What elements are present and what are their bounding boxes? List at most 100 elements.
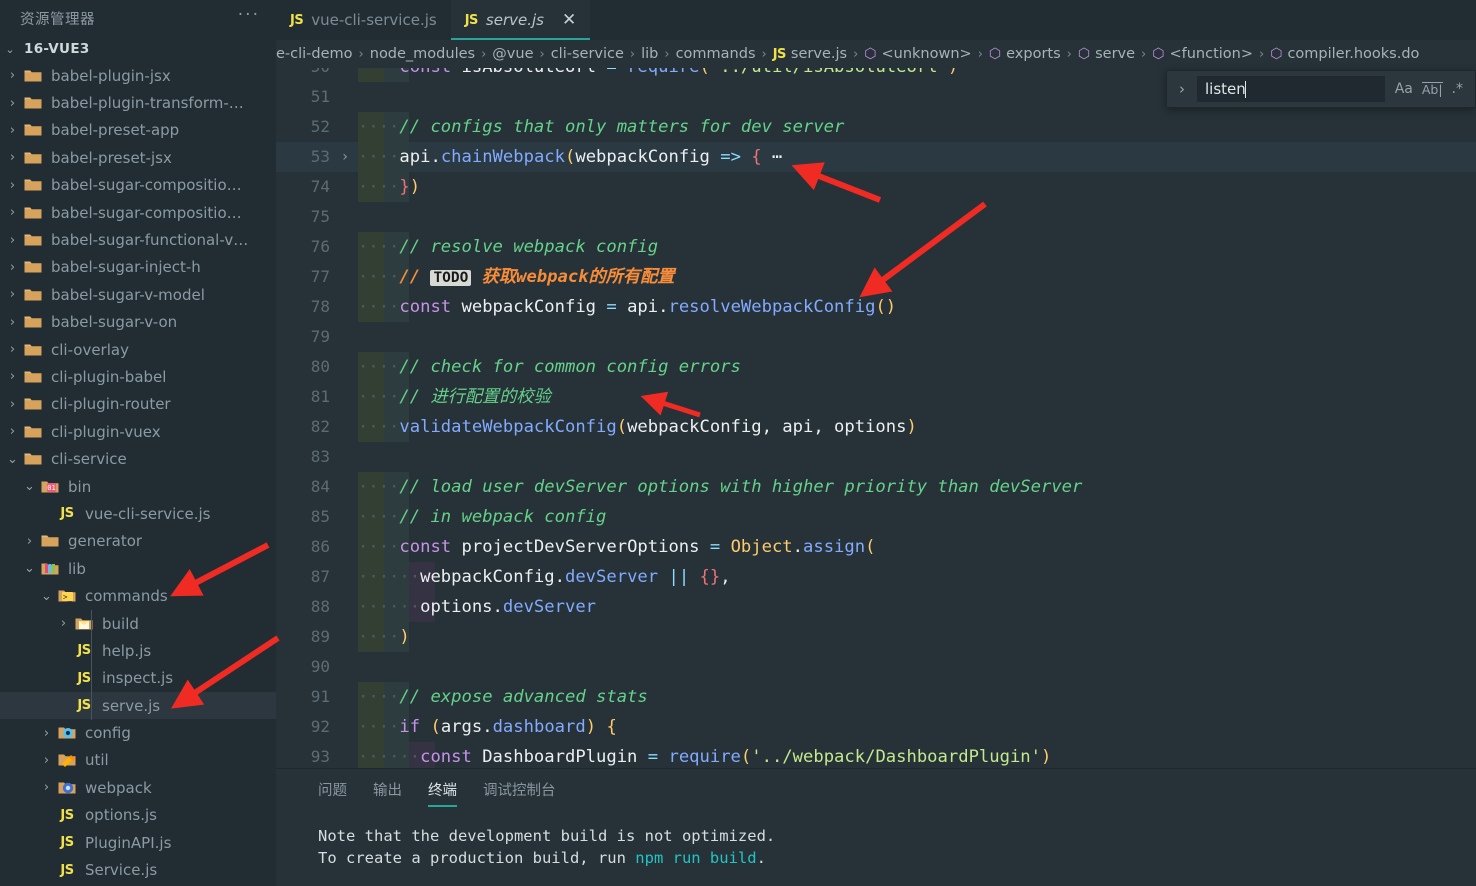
breadcrumb-item[interactable]: e-cli-demo: [276, 46, 353, 62]
tree-item-help-js[interactable]: · JS help.js: [0, 637, 276, 664]
code-token: resolveWebpackConfig: [668, 297, 876, 317]
more-actions-icon[interactable]: ···: [238, 7, 260, 25]
folder-lib-icon: [38, 559, 62, 579]
tree-item-babel-preset-app[interactable]: › babel-preset-app: [0, 117, 276, 144]
match-case-icon[interactable]: Aa: [1395, 82, 1413, 96]
tree-item-vue-cli-service-js[interactable]: · JS vue-cli-service.js: [0, 500, 276, 527]
tree-item-cli-plugin-router[interactable]: › cli-plugin-router: [0, 391, 276, 418]
tree-item-babel-preset-jsx[interactable]: › babel-preset-jsx: [0, 144, 276, 171]
tree-item-lib[interactable]: ⌄ lib: [0, 555, 276, 582]
tree-item-babel-sugar-v-model[interactable]: › babel-sugar-v-model: [0, 281, 276, 308]
chevron-right-icon[interactable]: ›: [38, 753, 55, 768]
cube-icon: ⬡: [1270, 46, 1283, 62]
tree-item-generator[interactable]: › generator: [0, 528, 276, 555]
chevron-right-icon[interactable]: ›: [4, 178, 21, 193]
panel-tab[interactable]: 问题: [318, 779, 347, 807]
chevron-down-icon[interactable]: ⌄: [21, 561, 38, 576]
breadcrumb-item[interactable]: node_modules: [370, 46, 475, 62]
breadcrumb-item[interactable]: ⬡ <unknown>: [864, 46, 971, 62]
breadcrumb-item[interactable]: ⬡ <function>: [1152, 46, 1253, 62]
toggle-replace-icon[interactable]: ›: [1167, 80, 1197, 98]
breadcrumb-item[interactable]: commands: [676, 46, 756, 62]
chevron-right-icon[interactable]: ›: [4, 150, 21, 165]
tree-item-babel-plugin-transform-[interactable]: › babel-plugin-transform-…: [0, 89, 276, 116]
editor-tab-vue-cli-service-js[interactable]: JS vue-cli-service.js: [276, 0, 451, 40]
cube-icon: ⬡: [988, 46, 1002, 62]
breadcrumb-label: e-cli-demo: [276, 46, 353, 62]
tree-item-cli-service[interactable]: ⌄ cli-service: [0, 445, 276, 472]
breadcrumb-label: serve: [1095, 46, 1136, 62]
code-text: ······webpackConfig.devServer || {},: [356, 562, 731, 592]
chevron-right-icon[interactable]: ›: [55, 616, 72, 631]
chevron-right-icon[interactable]: ›: [21, 534, 38, 549]
find-widget[interactable]: › listen Aa Ab| .*: [1166, 70, 1476, 108]
chevron-right-icon[interactable]: ›: [4, 123, 21, 138]
tree-item-bin[interactable]: ⌄ 01 bin: [0, 473, 276, 500]
chevron-right-icon[interactable]: ›: [4, 96, 21, 111]
code-editor[interactable]: 50····const isAbsoluteUrl = require('../…: [276, 68, 1476, 768]
breadcrumb-item[interactable]: cli-service: [551, 46, 624, 62]
chevron-right-icon[interactable]: ›: [4, 260, 21, 275]
chevron-right-icon[interactable]: ›: [4, 369, 21, 384]
panel-tab[interactable]: 调试控制台: [483, 779, 556, 807]
tree-item-pluginapi-js[interactable]: · JS PluginAPI.js: [0, 829, 276, 856]
tree-item-cli-plugin-babel[interactable]: › cli-plugin-babel: [0, 363, 276, 390]
breadcrumb-label: <function>: [1169, 46, 1254, 62]
tree-item-cli-overlay[interactable]: › cli-overlay: [0, 336, 276, 363]
workspace-section-header[interactable]: ⌄ 16-VUE3: [0, 36, 276, 62]
tree-item-cli-plugin-vuex[interactable]: › cli-plugin-vuex: [0, 418, 276, 445]
tree-item-babel-sugar-functional-v-[interactable]: › babel-sugar-functional-v…: [0, 226, 276, 253]
tree-item-build[interactable]: › build: [0, 610, 276, 637]
breadcrumb-item[interactable]: lib: [641, 46, 658, 62]
tree-item-service-js[interactable]: · JS Service.js: [0, 856, 276, 883]
code-line: 81 ····// 进行配置的校验: [276, 382, 1476, 412]
chevron-right-icon[interactable]: ›: [4, 397, 21, 412]
breadcrumb-item[interactable]: ⬡ compiler.hooks.do: [1270, 46, 1419, 62]
tree-item-babel-sugar-compositio-[interactable]: › babel-sugar-compositio…: [0, 172, 276, 199]
panel-tab[interactable]: 输出: [373, 779, 402, 807]
tree-item-commands[interactable]: ⌄ >_ commands: [0, 582, 276, 609]
breadcrumb-item[interactable]: ⬡ exports: [989, 46, 1061, 62]
breadcrumb-item[interactable]: @vue: [492, 46, 533, 62]
chevron-right-icon[interactable]: ›: [38, 726, 55, 741]
chevron-right-icon[interactable]: ›: [4, 233, 21, 248]
tree-item-babel-sugar-inject-h[interactable]: › babel-sugar-inject-h: [0, 254, 276, 281]
close-icon[interactable]: ✕: [562, 11, 576, 29]
panel-tab[interactable]: 终端: [428, 779, 457, 807]
chevron-right-icon[interactable]: ›: [4, 287, 21, 302]
tree-item-util[interactable]: › util: [0, 747, 276, 774]
breadcrumb-item[interactable]: ⬡ serve: [1078, 46, 1135, 62]
tree-item-webpack[interactable]: › webpack: [0, 774, 276, 801]
tree-item-babel-sugar-compositio-[interactable]: › babel-sugar-compositio…: [0, 199, 276, 226]
fold-chevron-icon[interactable]: ›: [334, 142, 356, 172]
tree-item-options-js[interactable]: · JS options.js: [0, 802, 276, 829]
tree-item-label: cli-plugin-router: [51, 395, 171, 414]
terminal-text: npm run build: [635, 849, 757, 867]
whole-word-icon[interactable]: Ab|: [1421, 81, 1443, 97]
tree-item-serve-js[interactable]: · JS serve.js: [0, 691, 276, 720]
chevron-right-icon[interactable]: ›: [4, 424, 21, 439]
editor-tab-serve-js[interactable]: JS serve.js ✕: [450, 0, 591, 40]
use-regex-icon[interactable]: .*: [1452, 82, 1463, 96]
line-number: 88: [310, 597, 330, 616]
find-input[interactable]: listen: [1197, 76, 1385, 102]
chevron-right-icon[interactable]: ›: [38, 780, 55, 795]
vscode-window: 资源管理器 ··· ⌄ 16-VUE3 › babel-plugin-jsx › ba…: [0, 0, 1476, 886]
chevron-down-icon[interactable]: ⌄: [4, 452, 21, 467]
chevron-right-icon[interactable]: ›: [4, 315, 21, 330]
chevron-right-icon[interactable]: ›: [4, 68, 21, 83]
terminal-output[interactable]: Note that the development build is not o…: [276, 807, 1476, 869]
code-token: ······: [358, 597, 421, 617]
tree-item-babel-sugar-v-on[interactable]: › babel-sugar-v-on: [0, 309, 276, 336]
breadcrumb-item[interactable]: JS serve.js: [773, 46, 847, 62]
tree-item-inspect-js[interactable]: · JS inspect.js: [0, 665, 276, 692]
chevron-right-icon[interactable]: ›: [4, 342, 21, 357]
line-number: 74: [310, 177, 330, 196]
tree-item-config[interactable]: › config: [0, 719, 276, 746]
chevron-right-icon[interactable]: ›: [4, 205, 21, 220]
tree-item-babel-plugin-jsx[interactable]: › babel-plugin-jsx: [0, 62, 276, 89]
chevron-down-icon[interactable]: ⌄: [38, 589, 55, 604]
chevron-down-icon[interactable]: ⌄: [21, 479, 38, 494]
